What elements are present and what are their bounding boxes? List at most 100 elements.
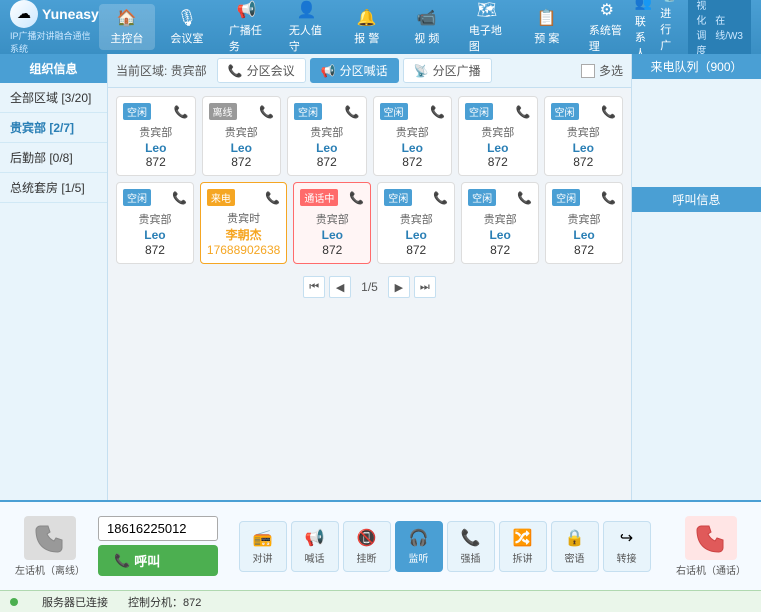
card-name: Leo xyxy=(145,141,166,155)
action-intercom[interactable]: 📻 对讲 xyxy=(239,521,287,572)
card-r2-1[interactable]: 来电 📞 贵宾时 李朝杰 17688902638 xyxy=(200,182,287,264)
bottom-bar: 左话机（离线） 📞 呼叫 📻 对讲 📢 喊话 📵 挂断 🎧 监听 📞 强插 xyxy=(0,500,761,590)
page-next-btn[interactable]: ▶ xyxy=(388,276,410,298)
card-dept: 贵宾部 xyxy=(484,211,517,227)
action-split[interactable]: 🔀 拆讲 xyxy=(499,521,547,572)
card-dept: 贵宾部 xyxy=(567,124,600,140)
sidebar-item-suite[interactable]: 总统套房 [1/5] xyxy=(0,173,107,203)
nav-item-plan[interactable]: 📋 预 案 xyxy=(519,4,575,50)
nav-item-video[interactable]: 📹 视 频 xyxy=(399,4,455,50)
hangup-icon: 📵 xyxy=(357,528,377,548)
sidebar-item-vip[interactable]: 贵宾部 [2/7] xyxy=(0,113,107,143)
nav-item-settings[interactable]: ⚙ 系统管理 xyxy=(579,0,635,58)
card-num: 872 xyxy=(406,243,426,257)
card-num: 872 xyxy=(490,243,510,257)
card-dept: 贵宾部 xyxy=(400,211,433,227)
card-r2-4[interactable]: 空闲 📞 贵宾部 Leo 872 xyxy=(461,182,539,264)
sidebar-item-all[interactable]: 全部区域 [3/20] xyxy=(0,83,107,113)
contact-icon: 👥 xyxy=(635,0,652,11)
tab-conference[interactable]: 📞 分区会议 xyxy=(217,58,306,83)
home-icon: 🏠 xyxy=(117,8,137,28)
card-r2-3[interactable]: 空闲 📞 贵宾部 Leo 872 xyxy=(377,182,455,264)
card-r2-2[interactable]: 通话中 📞 贵宾部 Leo 872 xyxy=(293,182,371,264)
phone-icon: 📞 xyxy=(265,191,280,205)
sidebar-item-logistics[interactable]: 后勤部 [0/8] xyxy=(0,143,107,173)
nav-item-broadcast[interactable]: 📢 广播任务 xyxy=(219,0,275,58)
card-r2-0[interactable]: 空闲 📞 贵宾部 Leo 872 xyxy=(116,182,194,264)
card-num: 872 xyxy=(574,243,594,257)
action-secret[interactable]: 🔒 密语 xyxy=(551,521,599,572)
status-bar: 服务器已连接 控制分机：872 xyxy=(0,590,761,612)
broadcast-icon: 📢 xyxy=(237,0,257,20)
nav-item-unmanned[interactable]: 👤 无人值守 xyxy=(279,0,335,58)
person-icon: 👤 xyxy=(297,0,317,20)
page-last-btn[interactable]: ⏭ xyxy=(414,276,436,298)
nav-item-conference[interactable]: 🎙 会议室 xyxy=(159,4,215,50)
card-name: Leo xyxy=(316,141,337,155)
right-phone: 右话机（通话） xyxy=(671,516,751,577)
card-status: 空闲 xyxy=(465,103,493,120)
card-r1-4[interactable]: 空闲 📞 贵宾部 Leo 872 xyxy=(458,96,538,176)
action-shout[interactable]: 📢 喊话 xyxy=(291,521,339,572)
card-dept: 贵宾部 xyxy=(139,124,172,140)
phone-icon: 📞 xyxy=(345,105,360,119)
card-num: 872 xyxy=(402,155,422,169)
server-status: 服务器已连接 xyxy=(42,594,108,610)
card-name: Leo xyxy=(231,141,252,155)
page-first-btn[interactable]: ⏮ xyxy=(303,276,325,298)
card-dept: 贵宾部 xyxy=(225,124,258,140)
action-buttons: 📻 对讲 📢 喊话 📵 挂断 🎧 监听 📞 强插 🔀 拆讲 🔒 密语 xyxy=(226,521,663,572)
logo-area: ☁ Yuneasy IP广播对讲融合通信系统 xyxy=(10,0,99,55)
multiselect-checkbox[interactable] xyxy=(581,64,595,78)
nav-item-main[interactable]: 🏠 主控台 xyxy=(99,4,155,50)
action-hangup[interactable]: 📵 挂断 xyxy=(343,521,391,572)
broadcast-btn-icon: 📡 xyxy=(662,0,679,3)
gear-icon: ⚙ xyxy=(600,0,614,20)
phone-icon: 📞 xyxy=(517,191,532,205)
nav-item-map[interactable]: 🗺 电子地图 xyxy=(459,0,515,58)
phone-icon: 📞 xyxy=(516,105,531,119)
card-status: 空闲 xyxy=(552,189,580,206)
logo-name: Yuneasy xyxy=(42,6,99,22)
right-panel: 来电队列（900） 呼叫信息 xyxy=(631,54,761,500)
multiselect-label: 多选 xyxy=(599,62,623,79)
left-phone: 左话机（离线） xyxy=(10,516,90,577)
card-dept: 贵宾部 xyxy=(481,124,514,140)
nav-item-alarm[interactable]: 🔔 报 警 xyxy=(339,4,395,50)
card-r1-5[interactable]: 空闲 📞 贵宾部 Leo 872 xyxy=(544,96,624,176)
card-status: 空闲 xyxy=(384,189,412,206)
card-name: Leo xyxy=(489,228,510,242)
video-icon: 📹 xyxy=(417,8,437,28)
card-r1-2[interactable]: 空闲 📞 贵宾部 Leo 872 xyxy=(287,96,367,176)
split-icon: 🔀 xyxy=(513,528,533,548)
multiselect-area: 多选 xyxy=(581,62,623,79)
tab-shout[interactable]: 📢 分区喊话 xyxy=(310,58,399,83)
card-dept: 贵宾部 xyxy=(316,211,349,227)
card-num: 872 xyxy=(145,243,165,257)
cards-row2: 空闲 📞 贵宾部 Leo 872 来电 📞 贵宾时 李朝杰 1768890263… xyxy=(116,182,623,264)
card-num: 872 xyxy=(146,155,166,169)
card-name: 李朝杰 xyxy=(226,226,262,243)
card-r2-5[interactable]: 空闲 📞 贵宾部 Leo 872 xyxy=(545,182,623,264)
call-button[interactable]: 📞 呼叫 xyxy=(98,545,218,576)
tab-shout-icon: 📢 xyxy=(321,64,336,78)
card-dept: 贵宾部 xyxy=(568,211,601,227)
logo-icon: ☁ xyxy=(10,0,38,28)
dial-input[interactable] xyxy=(98,516,218,541)
card-num: 872 xyxy=(231,155,251,169)
card-r1-0[interactable]: 空闲 📞 贵宾部 Leo 872 xyxy=(116,96,196,176)
transfer-icon: ↪ xyxy=(620,528,633,548)
card-r1-3[interactable]: 空闲 📞 贵宾部 Leo 872 xyxy=(373,96,453,176)
sidebar-title: 组织信息 xyxy=(0,54,107,83)
card-r1-1[interactable]: 离线 📞 贵宾部 Leo 872 xyxy=(202,96,282,176)
left-phone-label: 左话机（离线） xyxy=(15,562,85,577)
action-monitor[interactable]: 🎧 监听 xyxy=(395,521,443,572)
page-prev-btn[interactable]: ◀ xyxy=(329,276,351,298)
card-name: Leo xyxy=(573,141,594,155)
action-intrude[interactable]: 📞 强插 xyxy=(447,521,495,572)
tab-broadcast[interactable]: 📡 分区广播 xyxy=(403,58,492,83)
card-status: 空闲 xyxy=(468,189,496,206)
card-dept: 贵宾部 xyxy=(396,124,429,140)
card-dept: 贵宾部 xyxy=(138,211,171,227)
action-transfer[interactable]: ↪ 转接 xyxy=(603,521,651,572)
